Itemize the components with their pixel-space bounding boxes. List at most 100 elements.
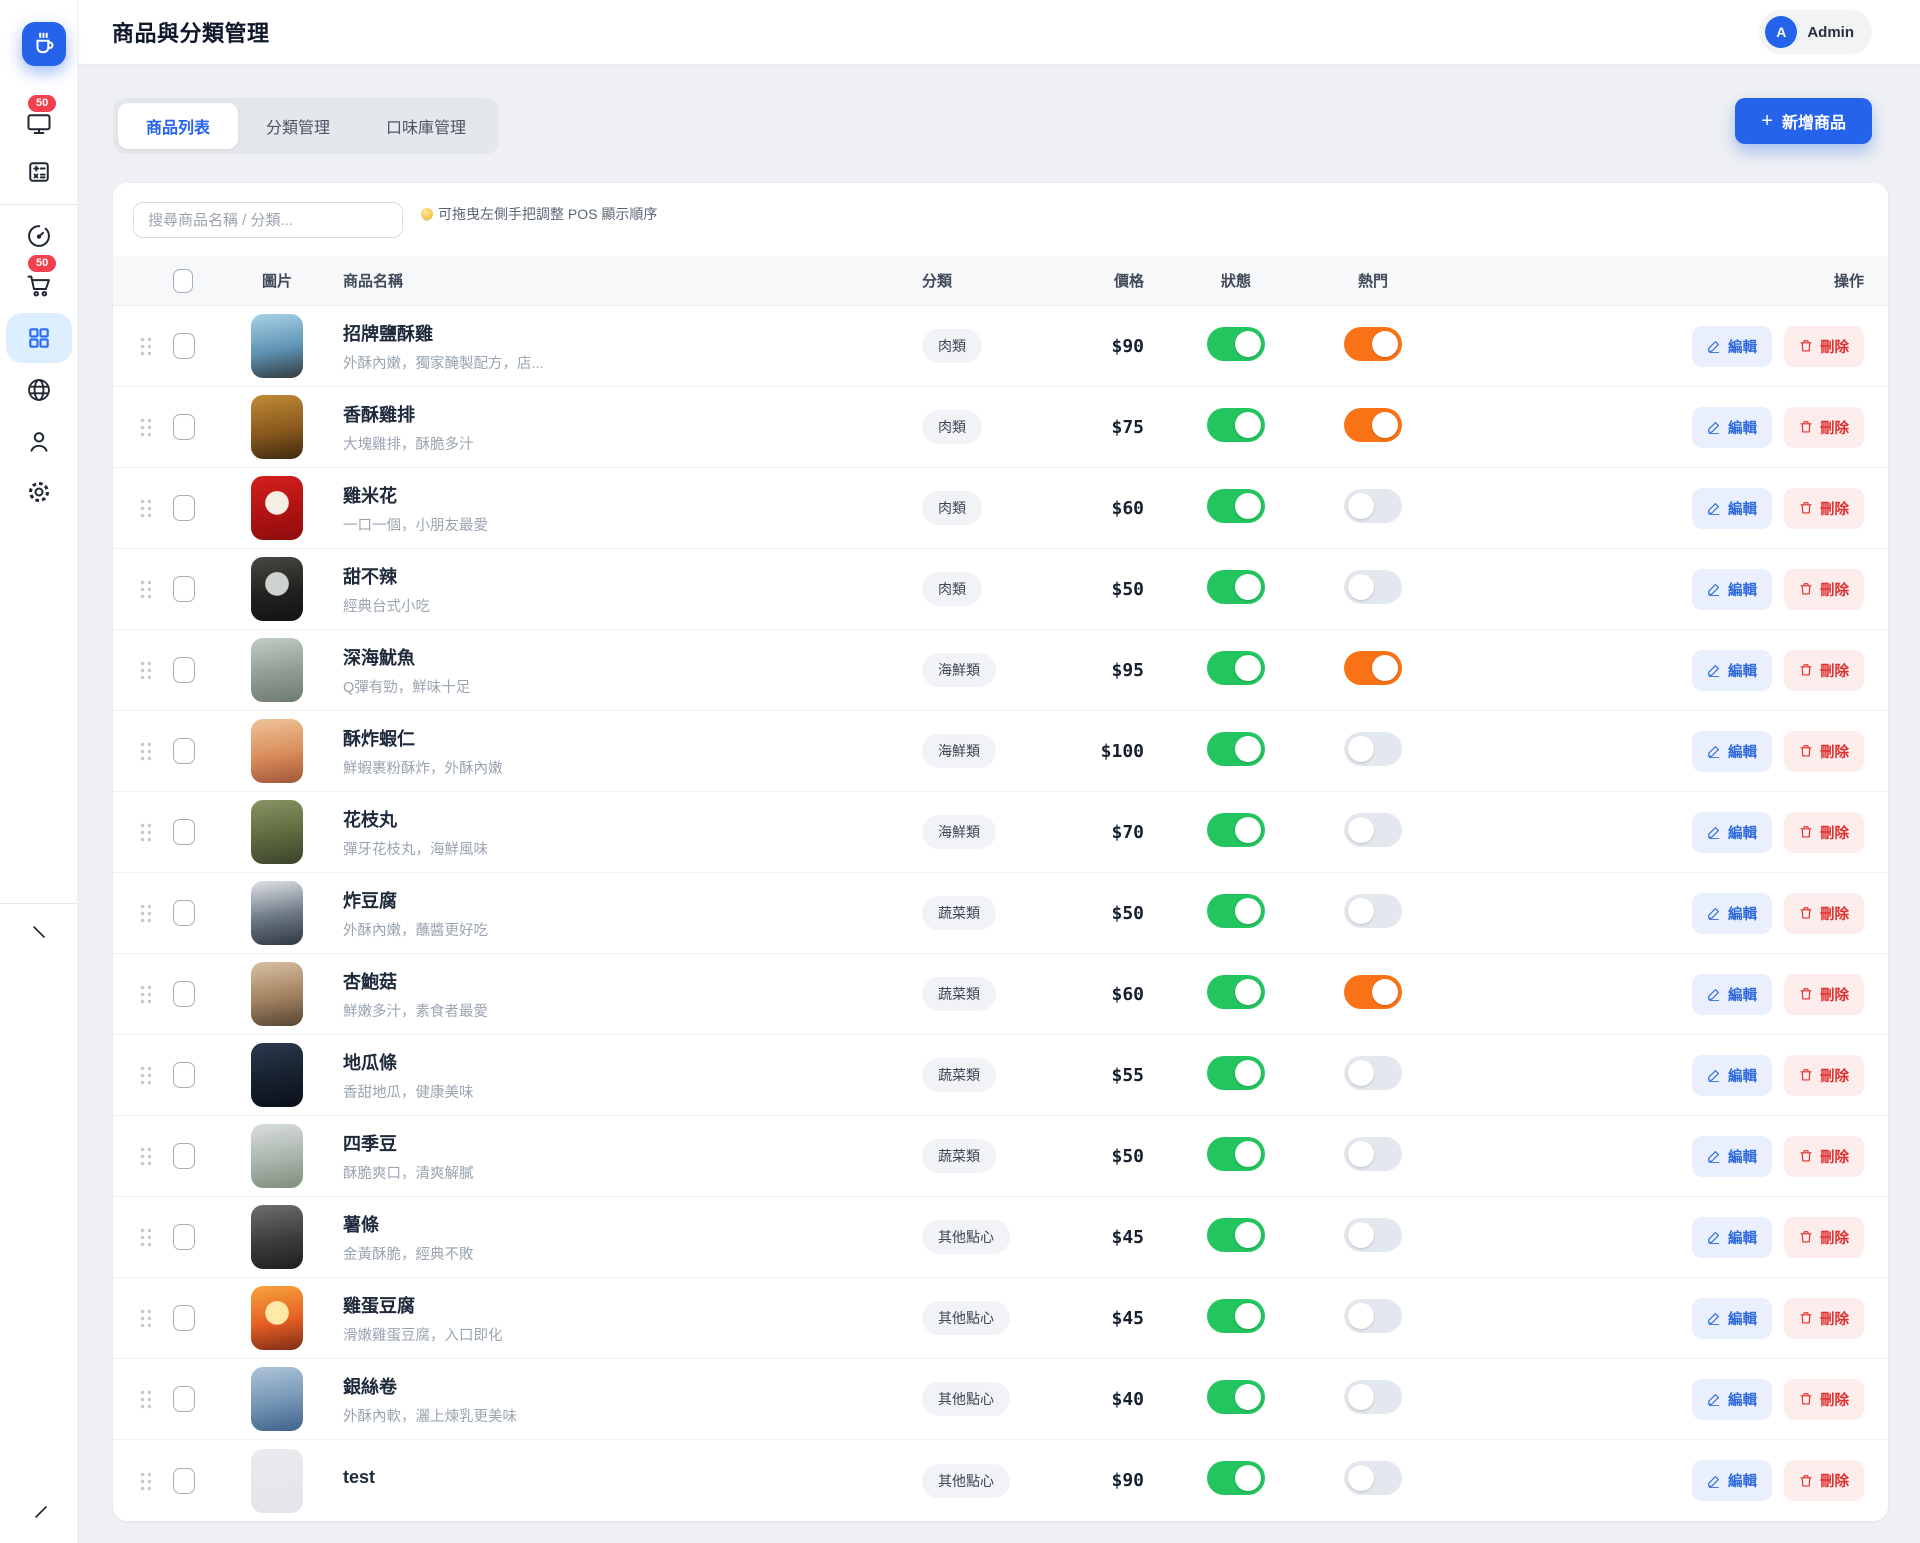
hot-toggle[interactable] [1344, 894, 1402, 928]
edit-button[interactable]: 編輯 [1692, 812, 1772, 853]
status-toggle[interactable] [1207, 327, 1265, 361]
hot-toggle[interactable] [1344, 408, 1402, 442]
hot-toggle[interactable] [1344, 732, 1402, 766]
delete-button[interactable]: 刪除 [1784, 650, 1864, 691]
hot-toggle[interactable] [1344, 489, 1402, 523]
tab-flavor-library[interactable]: 口味庫管理 [358, 103, 494, 149]
select-all-checkbox[interactable] [173, 269, 193, 293]
status-toggle[interactable] [1207, 1461, 1265, 1495]
edit-button[interactable]: 編輯 [1692, 650, 1772, 691]
sidebar-item-site[interactable] [0, 376, 78, 404]
edit-button[interactable]: 編輯 [1692, 1379, 1772, 1420]
hot-toggle[interactable] [1344, 327, 1402, 361]
hot-toggle[interactable] [1344, 1137, 1402, 1171]
status-toggle[interactable] [1207, 1056, 1265, 1090]
hot-toggle[interactable] [1344, 1218, 1402, 1252]
status-toggle[interactable] [1207, 489, 1265, 523]
drag-handle-icon[interactable] [139, 741, 151, 761]
drag-handle-icon[interactable] [139, 1471, 151, 1491]
hot-toggle[interactable] [1344, 651, 1402, 685]
drag-handle-icon[interactable] [139, 579, 151, 599]
drag-handle-icon[interactable] [139, 1227, 151, 1247]
status-toggle[interactable] [1207, 1137, 1265, 1171]
drag-handle-icon[interactable] [139, 1308, 151, 1328]
row-checkbox[interactable] [173, 1143, 195, 1169]
drag-handle-icon[interactable] [139, 498, 151, 518]
delete-button[interactable]: 刪除 [1784, 1217, 1864, 1258]
search-input[interactable] [133, 202, 403, 238]
status-toggle[interactable] [1207, 651, 1265, 685]
row-checkbox[interactable] [173, 819, 195, 845]
status-toggle[interactable] [1207, 813, 1265, 847]
status-toggle[interactable] [1207, 975, 1265, 1009]
drag-handle-icon[interactable] [139, 903, 151, 923]
status-toggle[interactable] [1207, 1218, 1265, 1252]
drag-handle-icon[interactable] [139, 417, 151, 437]
delete-button[interactable]: 刪除 [1784, 812, 1864, 853]
drag-handle-icon[interactable] [139, 336, 151, 356]
drag-handle-icon[interactable] [139, 984, 151, 1004]
edit-button[interactable]: 編輯 [1692, 731, 1772, 772]
drag-handle-icon[interactable] [139, 1146, 151, 1166]
app-logo[interactable] [22, 22, 66, 66]
drag-handle-icon[interactable] [139, 1389, 151, 1409]
delete-button[interactable]: 刪除 [1784, 569, 1864, 610]
hot-toggle[interactable] [1344, 1056, 1402, 1090]
row-checkbox[interactable] [173, 1224, 195, 1250]
drag-handle-icon[interactable] [139, 1065, 151, 1085]
edit-button[interactable]: 編輯 [1692, 1136, 1772, 1177]
status-toggle[interactable] [1207, 1299, 1265, 1333]
delete-button[interactable]: 刪除 [1784, 407, 1864, 448]
row-checkbox[interactable] [173, 1305, 195, 1331]
row-checkbox[interactable] [173, 1468, 195, 1494]
hot-toggle[interactable] [1344, 1380, 1402, 1414]
edit-button[interactable]: 編輯 [1692, 1055, 1772, 1096]
sidebar-item-settings[interactable] [0, 478, 78, 506]
delete-button[interactable]: 刪除 [1784, 1379, 1864, 1420]
drag-handle-icon[interactable] [139, 660, 151, 680]
edit-button[interactable]: 編輯 [1692, 488, 1772, 529]
hot-toggle[interactable] [1344, 570, 1402, 604]
edit-button[interactable]: 編輯 [1692, 407, 1772, 448]
edit-button[interactable]: 編輯 [1692, 974, 1772, 1015]
drag-handle-icon[interactable] [139, 822, 151, 842]
row-checkbox[interactable] [173, 900, 195, 926]
edit-button[interactable]: 編輯 [1692, 326, 1772, 367]
status-toggle[interactable] [1207, 894, 1265, 928]
row-checkbox[interactable] [173, 1386, 195, 1412]
delete-button[interactable]: 刪除 [1784, 974, 1864, 1015]
delete-button[interactable]: 刪除 [1784, 1460, 1864, 1501]
status-toggle[interactable] [1207, 408, 1265, 442]
sidebar-item-orders[interactable] [0, 272, 78, 300]
edit-button[interactable]: 編輯 [1692, 569, 1772, 610]
sidebar-item-account[interactable] [0, 428, 78, 456]
row-checkbox[interactable] [173, 333, 195, 359]
tab-category-management[interactable]: 分類管理 [238, 103, 358, 149]
row-checkbox[interactable] [173, 495, 195, 521]
sidebar-item-pos[interactable] [0, 110, 78, 138]
admin-chip[interactable]: A Admin [1759, 10, 1872, 54]
row-checkbox[interactable] [173, 576, 195, 602]
row-checkbox[interactable] [173, 738, 195, 764]
sidebar-item-calculator[interactable] [0, 158, 78, 186]
edit-button[interactable]: 編輯 [1692, 893, 1772, 934]
sidebar-item-dashboard[interactable] [0, 222, 78, 250]
delete-button[interactable]: 刪除 [1784, 1298, 1864, 1339]
delete-button[interactable]: 刪除 [1784, 1055, 1864, 1096]
hot-toggle[interactable] [1344, 1299, 1402, 1333]
hot-toggle[interactable] [1344, 1461, 1402, 1495]
sidebar-item-products[interactable] [6, 313, 72, 363]
hot-toggle[interactable] [1344, 975, 1402, 1009]
delete-button[interactable]: 刪除 [1784, 731, 1864, 772]
edit-button[interactable]: 編輯 [1692, 1217, 1772, 1258]
delete-button[interactable]: 刪除 [1784, 326, 1864, 367]
tab-product-list[interactable]: 商品列表 [118, 103, 238, 149]
row-checkbox[interactable] [173, 414, 195, 440]
row-checkbox[interactable] [173, 981, 195, 1007]
delete-button[interactable]: 刪除 [1784, 1136, 1864, 1177]
hot-toggle[interactable] [1344, 813, 1402, 847]
status-toggle[interactable] [1207, 570, 1265, 604]
delete-button[interactable]: 刪除 [1784, 893, 1864, 934]
row-checkbox[interactable] [173, 1062, 195, 1088]
delete-button[interactable]: 刪除 [1784, 488, 1864, 529]
